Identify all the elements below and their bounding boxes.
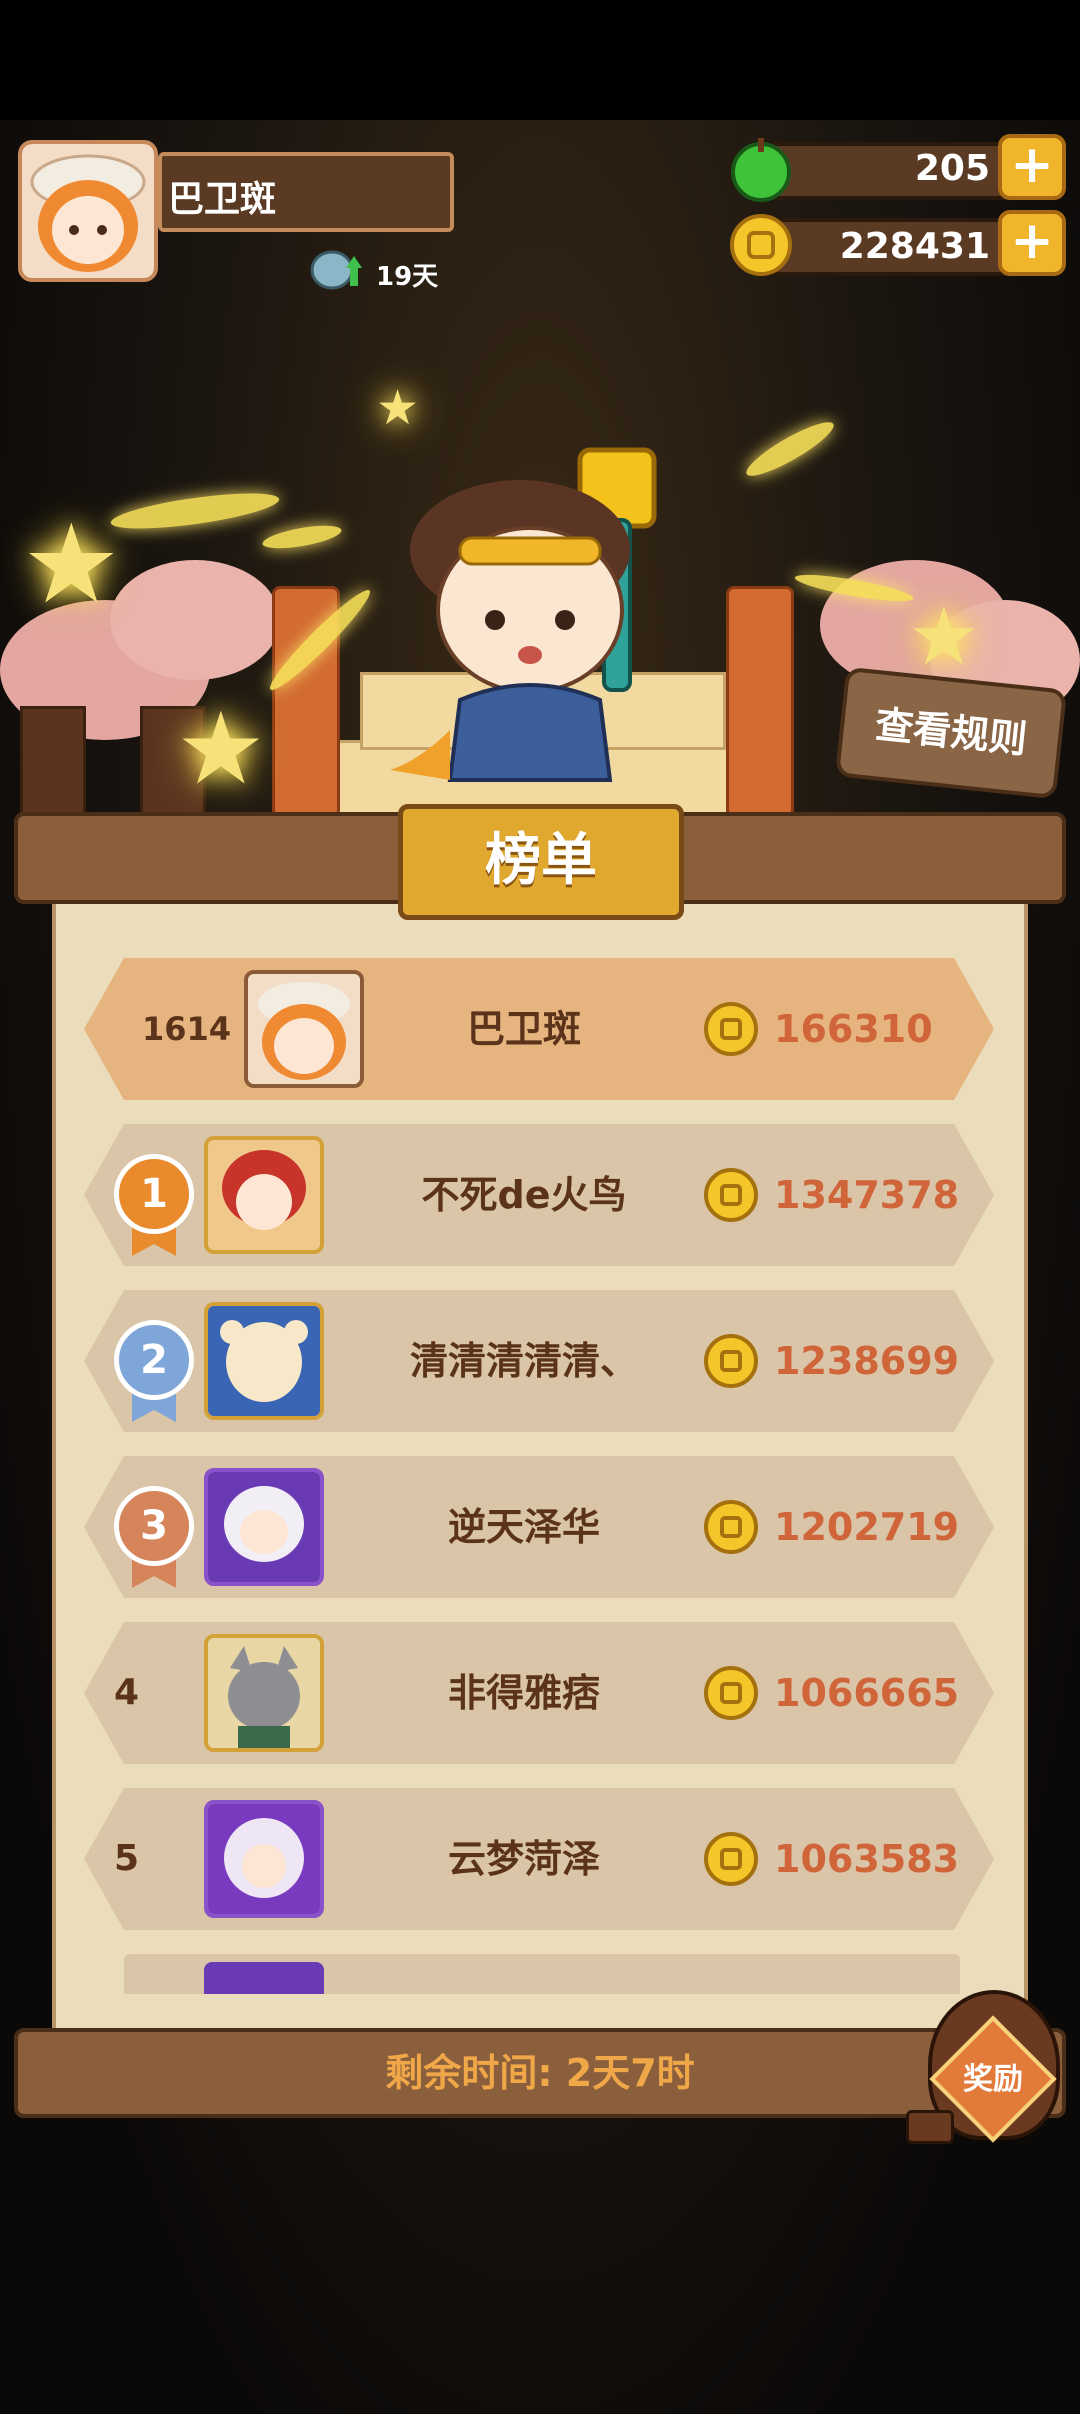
avatar-image — [208, 1140, 320, 1250]
coin-icon — [704, 1666, 758, 1720]
cup-icon — [906, 2110, 954, 2144]
hero-character — [390, 447, 657, 782]
star-icon: ★ — [376, 380, 420, 436]
coin-icon — [704, 1002, 758, 1056]
fence-post — [20, 706, 86, 822]
coin-icon — [704, 1500, 758, 1554]
player-name: 清清清清清、 — [409, 1339, 638, 1383]
rank-row-2[interactable]: 2 清清清清清、 1238699 — [84, 1290, 994, 1432]
rank-row-5[interactable]: 5 云梦菏泽 1063583 — [84, 1788, 994, 1930]
add-gems-button[interactable]: + — [998, 134, 1066, 200]
player-name: 云梦菏泽 — [447, 1837, 600, 1881]
avatar — [204, 1962, 324, 1994]
player-name: 不死de火鸟 — [421, 1173, 627, 1217]
player-score: 1063583 — [774, 1837, 960, 1881]
coin-value: 228431 — [839, 226, 990, 267]
green-apple-icon — [731, 138, 791, 202]
avatar — [204, 1800, 324, 1918]
avatar — [204, 1136, 324, 1254]
leaderboard-title: 榜单 — [398, 804, 684, 920]
coin-icon — [730, 214, 792, 276]
player-name: 逆天泽华 — [447, 1505, 600, 1549]
coin-icon — [704, 1168, 758, 1222]
player-avatar[interactable] — [18, 140, 158, 282]
rank-row-1[interactable]: 1 不死de火鸟 1347378 — [84, 1124, 994, 1266]
avatar-image — [208, 1638, 320, 1748]
player-score: 1066665 — [774, 1671, 960, 1715]
player-name: 巴卫斑 — [466, 1007, 581, 1051]
blossom-tree-left-2 — [110, 560, 280, 680]
player-name: 非得雅痞 — [447, 1671, 600, 1715]
view-rules-button[interactable]: 查看规则 — [834, 666, 1068, 800]
star-icon: ★ — [176, 690, 266, 807]
rank-number: 5 — [114, 1838, 140, 1879]
star-icon: ★ — [22, 500, 121, 628]
avatar — [204, 1634, 324, 1752]
avatar-image — [208, 1804, 320, 1914]
streak-days-icon — [310, 250, 362, 290]
reward-button-label[interactable]: 奖励 — [938, 2054, 1048, 2098]
avatar-image — [208, 1472, 320, 1582]
player-score: 166310 — [774, 1007, 933, 1051]
silver-medal-icon: 2 — [114, 1320, 194, 1400]
star-icon: ★ — [908, 590, 980, 683]
bronze-medal-icon: 3 — [114, 1486, 194, 1566]
rank-row-3[interactable]: 3 逆天泽华 1202719 — [84, 1456, 994, 1598]
coin-icon — [704, 1832, 758, 1886]
streak-days: 19天 — [376, 262, 439, 292]
add-coins-button[interactable]: + — [998, 210, 1066, 276]
coin-icon — [704, 1334, 758, 1388]
player-score: 1202719 — [774, 1505, 960, 1549]
player-score: 1238699 — [774, 1339, 960, 1383]
player-score: 1347378 — [774, 1173, 960, 1217]
player-name: 巴卫斑 — [168, 179, 277, 220]
player-avatar-image — [22, 144, 154, 278]
status-bar-area — [0, 0, 1080, 120]
rank-row-4[interactable]: 4 非得雅痞 1066665 — [84, 1622, 994, 1764]
red-pillar-right — [726, 586, 794, 818]
gold-medal-icon: 1 — [114, 1154, 194, 1234]
avatar — [204, 1468, 324, 1586]
time-remaining: 剩余时间: 2天7时 — [385, 2051, 695, 2095]
rank-number: 4 — [114, 1672, 140, 1713]
rank-number: 1614 — [142, 1010, 232, 1048]
gem-value: 205 — [914, 148, 990, 189]
avatar-image — [208, 1306, 320, 1416]
self-rank-row[interactable]: 1614 巴卫斑 166310 — [84, 958, 994, 1100]
avatar — [204, 1302, 324, 1420]
